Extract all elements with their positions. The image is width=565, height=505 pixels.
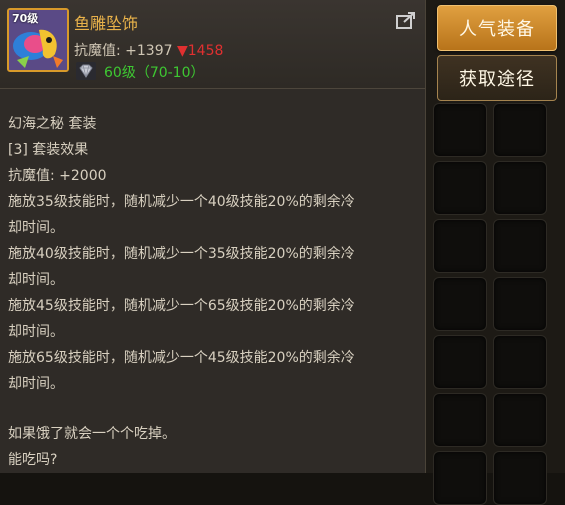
effect-line: 却时间。 xyxy=(8,220,64,236)
effect-line: 却时间。 xyxy=(8,324,64,340)
stat-label: 抗魔值: +1397 xyxy=(74,43,173,59)
inventory-slot[interactable] xyxy=(493,219,547,273)
inventory-slot[interactable] xyxy=(433,451,487,505)
inventory-slot[interactable] xyxy=(433,277,487,331)
inventory-slot[interactable] xyxy=(493,103,547,157)
item-name: 鱼雕坠饰 xyxy=(74,14,139,33)
inventory-slot[interactable] xyxy=(493,335,547,389)
effect-line: 却时间。 xyxy=(8,376,64,392)
obtain-method-button[interactable]: 获取途径 xyxy=(437,55,557,101)
set-stat: 抗魔值: +2000 xyxy=(8,168,107,184)
inventory-slot[interactable] xyxy=(433,335,487,389)
inventory-slot[interactable] xyxy=(433,393,487,447)
effect-line: 却时间。 xyxy=(8,272,64,288)
item-level-tag: 70级 xyxy=(12,12,39,25)
flavor-text: 如果饿了就会一个个吃掉。 xyxy=(8,426,176,442)
gem-icon xyxy=(76,62,96,80)
flavor-text: 能吃吗? xyxy=(8,452,58,468)
inventory-slot[interactable] xyxy=(433,161,487,215)
item-tooltip: 70级 鱼雕坠饰 抗魔值: +1397 ▼1458 60级（70-10） 幻海之… xyxy=(0,0,426,473)
share-icon[interactable] xyxy=(396,12,416,30)
inventory-slot[interactable] xyxy=(493,161,547,215)
inventory-slot[interactable] xyxy=(493,277,547,331)
set-effect-title: [3] 套装效果 xyxy=(8,142,89,158)
tooltip-description: 幻海之秘 套装 [3] 套装效果 抗魔值: +2000 施放35级技能时，随机减… xyxy=(8,111,418,473)
effect-line: 施放40级技能时，随机减少一个35级技能20%的剩余冷 xyxy=(8,246,355,262)
item-stat: 抗魔值: +1397 ▼1458 xyxy=(74,40,223,60)
popular-gear-button[interactable]: 人气装备 xyxy=(437,5,557,51)
tooltip-header: 70级 鱼雕坠饰 抗魔值: +1397 ▼1458 60级（70-10） xyxy=(0,0,425,89)
item-portrait-icon: 70级 xyxy=(7,8,69,72)
inventory-slot[interactable] xyxy=(493,393,547,447)
inventory-slot[interactable] xyxy=(493,451,547,505)
set-name: 幻海之秘 套装 xyxy=(8,116,97,132)
level-requirement: 60级（70-10） xyxy=(104,65,205,81)
stat-change: ▼1458 xyxy=(176,43,224,59)
inventory-slot[interactable] xyxy=(433,219,487,273)
effect-line: 施放65级技能时，随机减少一个45级技能20%的剩余冷 xyxy=(8,350,355,366)
effect-line: 施放35级技能时，随机减少一个40级技能20%的剩余冷 xyxy=(8,194,355,210)
inventory-slot[interactable] xyxy=(433,103,487,157)
effect-line: 施放45级技能时，随机减少一个65级技能20%的剩余冷 xyxy=(8,298,355,314)
